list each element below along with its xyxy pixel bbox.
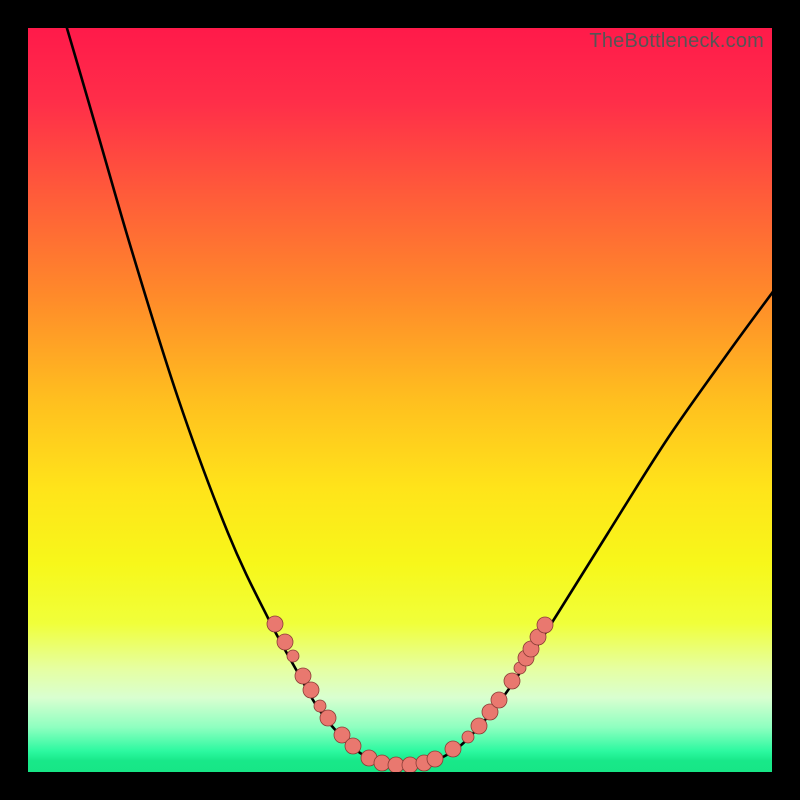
- data-bead: [471, 718, 487, 734]
- data-bead: [303, 682, 319, 698]
- data-bead: [427, 751, 443, 767]
- bead-group: [267, 616, 553, 772]
- data-bead: [537, 617, 553, 633]
- data-bead: [445, 741, 461, 757]
- data-bead: [374, 755, 390, 771]
- data-bead: [295, 668, 311, 684]
- data-bead: [345, 738, 361, 754]
- data-bead: [267, 616, 283, 632]
- plot-area: TheBottleneck.com: [28, 28, 772, 772]
- curve-layer: [28, 28, 772, 772]
- data-bead: [277, 634, 293, 650]
- data-bead: [504, 673, 520, 689]
- data-bead: [320, 710, 336, 726]
- data-bead: [462, 731, 474, 743]
- data-bead: [402, 757, 418, 772]
- bottleneck-curve: [58, 28, 772, 766]
- data-bead: [491, 692, 507, 708]
- data-bead: [388, 757, 404, 772]
- data-bead: [287, 650, 299, 662]
- outer-frame: TheBottleneck.com: [0, 0, 800, 800]
- data-bead: [314, 700, 326, 712]
